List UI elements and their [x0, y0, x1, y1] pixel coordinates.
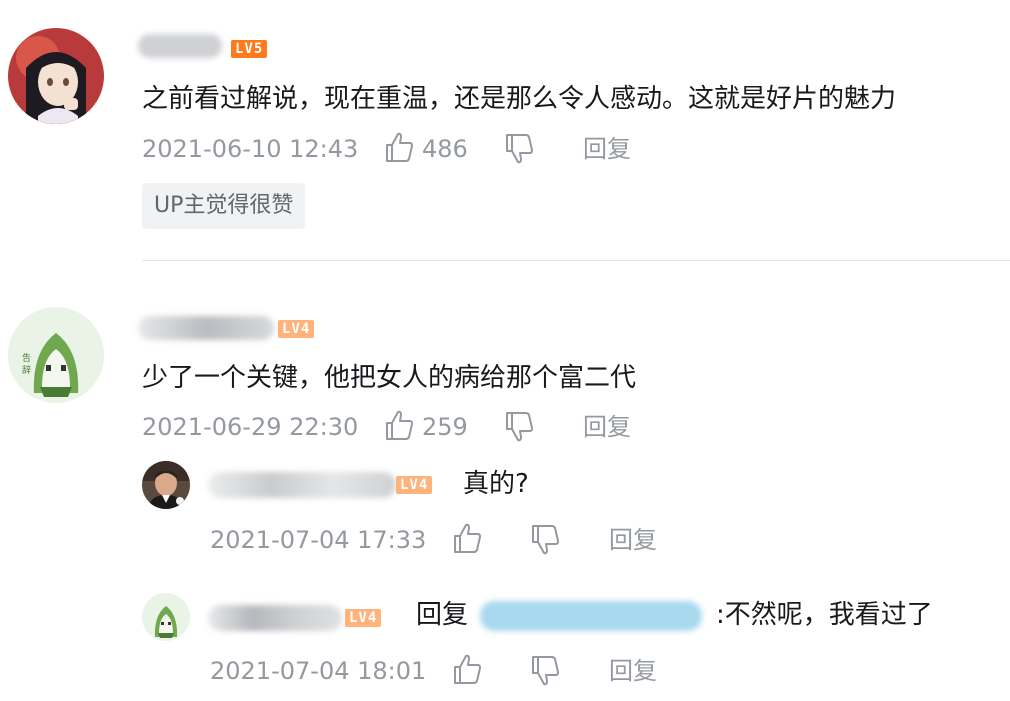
- svg-text:告: 告: [22, 352, 31, 364]
- like-count: 259: [422, 413, 468, 441]
- timestamp: 2021-07-04 18:01: [210, 657, 427, 685]
- level-badge: LV4: [345, 609, 382, 627]
- thumbs-down-icon[interactable]: [530, 524, 560, 556]
- username[interactable]: [138, 316, 274, 340]
- timestamp: 2021-07-04 17:33: [210, 526, 427, 554]
- level-badge: LV4: [396, 476, 433, 494]
- like-count: 486: [422, 135, 468, 163]
- reply-text: 真的?: [463, 469, 529, 499]
- thumbs-down-icon[interactable]: [504, 411, 534, 443]
- level-badge: LV4: [278, 320, 315, 338]
- thumbs-down-icon[interactable]: [504, 133, 534, 165]
- reply-button[interactable]: 回复: [583, 411, 631, 443]
- mentioned-user[interactable]: [480, 600, 703, 631]
- divider: [142, 260, 1010, 261]
- avatar[interactable]: 告 辞: [8, 307, 104, 403]
- reply-prefix: 回复: [416, 600, 469, 630]
- timestamp: 2021-06-10 12:43: [142, 135, 359, 163]
- comment-text: 少了一个关键，他把女人的病给那个富二代: [142, 363, 637, 393]
- username[interactable]: [208, 472, 396, 498]
- thumbs-up-icon[interactable]: [452, 522, 482, 554]
- thumbs-up-icon[interactable]: [384, 409, 414, 441]
- reply-text: :不然呢，我看过了: [716, 600, 933, 630]
- avatar[interactable]: [8, 28, 104, 124]
- reply-button[interactable]: 回复: [609, 524, 657, 556]
- thumbs-up-icon[interactable]: [452, 653, 482, 685]
- username[interactable]: [138, 34, 222, 58]
- reply-text-line: 回复 :不然呢，我看过了: [416, 598, 933, 632]
- timestamp: 2021-06-29 22:30: [142, 413, 359, 441]
- thumbs-up-icon[interactable]: [384, 131, 414, 163]
- username[interactable]: [208, 605, 342, 631]
- thumbs-down-icon[interactable]: [530, 655, 560, 687]
- comment-text: 之前看过解说，现在重温，还是那么令人感动。这就是好片的魅力: [142, 84, 897, 114]
- reply-button[interactable]: 回复: [583, 133, 631, 165]
- avatar[interactable]: [142, 461, 190, 509]
- level-badge: LV5: [231, 40, 268, 58]
- reply-button[interactable]: 回复: [609, 655, 657, 687]
- svg-text:辞: 辞: [22, 364, 31, 376]
- avatar[interactable]: [142, 593, 190, 641]
- comment-list: LV5 之前看过解说，现在重温，还是那么令人感动。这就是好片的魅力 2021-0…: [0, 0, 1010, 701]
- up-liked-badge: UP主觉得很赞: [142, 183, 306, 229]
